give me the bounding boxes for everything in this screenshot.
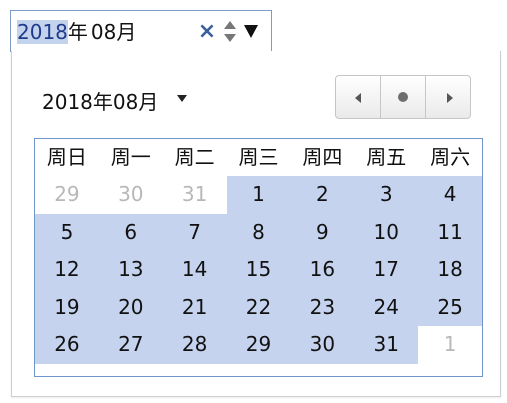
- month-picker-popup: 2018年08月 周日 周一 周二 周三 周四 周五 周六 29 30 31 1 2 3 4…: [11, 51, 501, 397]
- calendar-day-other-month[interactable]: 31: [162, 176, 227, 214]
- weekday-label: 周五: [354, 139, 419, 176]
- calendar-week-row: 26 27 28 29 30 31 1: [35, 326, 483, 364]
- calendar-day[interactable]: 24: [354, 288, 419, 326]
- calendar-week-row: 19 20 21 22 23 24 25: [35, 288, 483, 326]
- calendar-day-other-month[interactable]: 1: [418, 326, 483, 364]
- calendar-day[interactable]: 31: [354, 326, 419, 364]
- month-suffix: 月: [116, 20, 137, 44]
- calendar-week-row: 5 6 7 8 9 10 11: [35, 213, 483, 251]
- weekday-header: 周日 周一 周二 周三 周四 周五 周六: [35, 139, 483, 176]
- calendar-day[interactable]: 25: [418, 288, 483, 326]
- calendar-weeks: 29 30 31 1 2 3 4 5 6 7 8 9 10 11 12 13 14 15 16 17 18 19 20 21 2…: [35, 176, 483, 364]
- calendar-day[interactable]: 1: [226, 176, 291, 214]
- spin-up-icon[interactable]: [224, 21, 236, 29]
- triangle-right-icon: [447, 93, 453, 103]
- calendar-day[interactable]: 22: [226, 288, 291, 326]
- weekday-label: 周一: [98, 139, 163, 176]
- calendar-day[interactable]: 21: [162, 288, 227, 326]
- calendar-day[interactable]: 17: [354, 251, 419, 289]
- weekday-label: 周四: [290, 139, 355, 176]
- today-button[interactable]: [380, 75, 426, 119]
- calendar-day[interactable]: 3: [354, 176, 419, 214]
- dropdown-arrow-icon[interactable]: [244, 25, 258, 38]
- calendar-day[interactable]: 26: [35, 326, 99, 364]
- calendar-day[interactable]: 7: [162, 213, 227, 251]
- calendar-day[interactable]: 16: [290, 251, 355, 289]
- calendar-day[interactable]: 28: [162, 326, 227, 364]
- calendar-day[interactable]: 11: [418, 213, 483, 251]
- calendar-day[interactable]: 2: [290, 176, 355, 214]
- triangle-left-icon: [355, 93, 361, 103]
- next-month-button[interactable]: [425, 75, 471, 119]
- calendar-day[interactable]: 14: [162, 251, 227, 289]
- calendar-day[interactable]: 20: [98, 288, 163, 326]
- calendar-day-other-month[interactable]: 29: [35, 176, 99, 214]
- calendar-week-row: 12 13 14 15 16 17 18: [35, 251, 483, 289]
- year-suffix: 年: [67, 20, 88, 44]
- weekday-label: 周二: [162, 139, 227, 176]
- calendar-day[interactable]: 29: [226, 326, 291, 364]
- calendar-day[interactable]: 18: [418, 251, 483, 289]
- month-input-value[interactable]: 2018年 08月: [17, 19, 136, 45]
- calendar-day[interactable]: 30: [290, 326, 355, 364]
- calendar-day[interactable]: 5: [35, 213, 99, 251]
- weekday-label: 周日: [35, 139, 99, 176]
- spin-down-icon[interactable]: [224, 34, 236, 42]
- clear-icon[interactable]: ×: [195, 20, 219, 44]
- prev-month-button[interactable]: [335, 75, 381, 119]
- calendar-day[interactable]: 15: [226, 251, 291, 289]
- month-input[interactable]: 2018年 08月 ×: [10, 10, 272, 52]
- calendar-day[interactable]: 10: [354, 213, 419, 251]
- year-segment[interactable]: 2018: [17, 20, 68, 44]
- spin-buttons[interactable]: [222, 19, 238, 45]
- calendar-day[interactable]: 8: [226, 213, 291, 251]
- calendar-grid: 周日 周一 周二 周三 周四 周五 周六 29 30 31 1 2 3 4 5 6 7 8 9 10 11…: [34, 138, 483, 377]
- weekday-label: 周三: [226, 139, 291, 176]
- calendar-week-row: 29 30 31 1 2 3 4: [35, 176, 483, 214]
- month-segment[interactable]: 08: [91, 20, 116, 44]
- calendar-day[interactable]: 6: [98, 213, 163, 251]
- calendar-day[interactable]: 23: [290, 288, 355, 326]
- calendar-day-other-month[interactable]: 30: [98, 176, 163, 214]
- calendar-day[interactable]: 19: [35, 288, 99, 326]
- calendar-day[interactable]: 13: [98, 251, 163, 289]
- calendar-day[interactable]: 4: [418, 176, 483, 214]
- month-year-selector[interactable]: 2018年08月: [42, 86, 158, 115]
- weekday-label: 周六: [418, 139, 483, 176]
- caret-down-icon[interactable]: [177, 95, 187, 102]
- calendar-day[interactable]: 9: [290, 213, 355, 251]
- dot-icon: [398, 92, 408, 102]
- calendar-day[interactable]: 27: [98, 326, 163, 364]
- calendar-day[interactable]: 12: [35, 251, 99, 289]
